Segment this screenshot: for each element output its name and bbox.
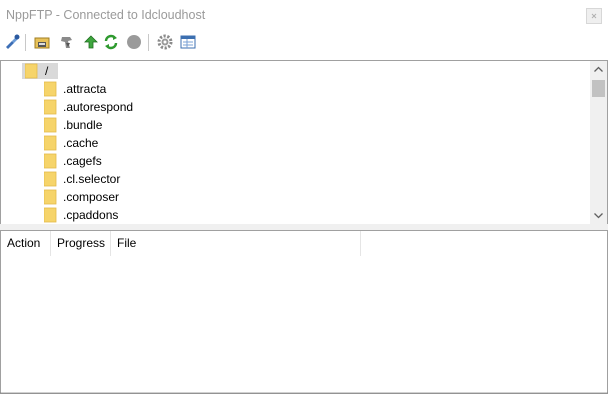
toolbar-separator (25, 34, 26, 51)
folder-icon (44, 171, 58, 187)
tree-item[interactable]: .attracta (44, 80, 106, 98)
tree-item-label: .bundle (63, 118, 103, 132)
column-header-action[interactable]: Action (1, 231, 50, 256)
folder-icon (44, 153, 58, 169)
abort-icon (127, 35, 141, 49)
folder-icon (25, 63, 39, 79)
tree-item-label: .composer (63, 190, 120, 204)
download-icon (61, 37, 72, 48)
tree-item-label: .cagefs (63, 154, 102, 168)
transfer-queue[interactable]: Action Progress File (0, 230, 608, 394)
download-button[interactable] (58, 33, 76, 51)
column-header-file[interactable]: File (111, 231, 360, 256)
settings-button[interactable] (156, 33, 174, 51)
folder-icon (44, 99, 58, 115)
tree-root-label: / (45, 64, 49, 78)
upload-icon (84, 35, 98, 49)
tree-item[interactable]: .cagefs (44, 152, 102, 170)
title-bar: NppFTP - Connected to Idcloudhost (0, 0, 608, 30)
tree-item[interactable]: .autorespond (44, 98, 133, 116)
tree-item[interactable]: .cache (44, 134, 98, 152)
column-divider[interactable] (360, 231, 361, 256)
queue-header: Action Progress File (1, 231, 607, 256)
tree-item[interactable]: .cl.selector (44, 170, 120, 188)
connect-icon (6, 34, 20, 49)
chevron-down-icon (594, 213, 603, 219)
column-header-progress[interactable]: Progress (51, 231, 110, 256)
toolbar-separator (148, 34, 149, 51)
tree-root[interactable]: / (22, 62, 58, 80)
window-title: NppFTP - Connected to Idcloudhost (6, 8, 206, 22)
remote-file-tree[interactable]: / .attracta .autorespond .bundle .cache … (0, 60, 608, 225)
tree-item-label: .autorespond (63, 100, 134, 114)
tree-scrollbar[interactable] (590, 61, 607, 224)
tree-item-label: .attracta (63, 82, 107, 96)
tree-item-label: .cl.selector (63, 172, 121, 186)
abort-button[interactable] (125, 33, 143, 51)
settings-icon (157, 34, 173, 50)
folder-icon (44, 189, 58, 205)
chevron-up-icon (594, 66, 603, 72)
scroll-thumb[interactable] (592, 80, 605, 97)
close-button[interactable] (586, 8, 602, 24)
folder-icon (44, 117, 58, 133)
message-window-icon (180, 35, 196, 49)
tree-item-label: .cache (63, 136, 99, 150)
connect-button[interactable] (3, 33, 21, 51)
open-directory-icon (34, 37, 50, 49)
tree-item[interactable]: .cpaddons (44, 206, 118, 224)
message-window-button[interactable] (179, 33, 197, 51)
upload-button[interactable] (82, 33, 100, 51)
refresh-button[interactable] (102, 33, 120, 51)
folder-icon (44, 81, 58, 97)
scroll-down-button[interactable] (590, 207, 607, 224)
tree-item-label: .cpaddons (63, 208, 119, 222)
folder-icon (44, 207, 58, 223)
scroll-up-button[interactable] (590, 61, 607, 78)
folder-icon (44, 135, 58, 151)
refresh-icon (104, 34, 118, 50)
toolbar (0, 30, 608, 56)
open-directory-button[interactable] (33, 33, 51, 51)
tree-item[interactable]: .bundle (44, 116, 102, 134)
close-icon (591, 13, 597, 19)
tree-item[interactable]: .composer (44, 188, 119, 206)
